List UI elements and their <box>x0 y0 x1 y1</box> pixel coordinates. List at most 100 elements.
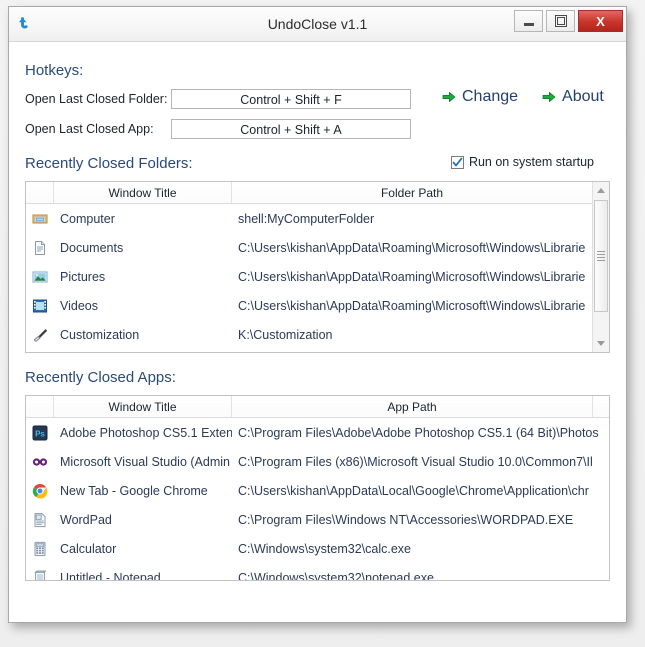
list-item-title: Customization <box>60 327 140 342</box>
close-button[interactable]: X <box>578 10 623 32</box>
undo-arrow-icon <box>17 14 37 34</box>
paintbrush-icon <box>26 327 54 343</box>
list-item-title: WordPad <box>60 512 112 527</box>
folders-scrollbar[interactable] <box>592 182 609 352</box>
list-item[interactable]: WordPad C:\Program Files\Windows NT\Acces… <box>26 505 609 534</box>
list-item[interactable]: Videos C:\Users\kishan\AppData\Roaming\Mi… <box>26 291 609 320</box>
hotkey-folder-field[interactable]: Control + Shift + F <box>171 89 411 109</box>
list-item-title: Computer <box>60 211 115 226</box>
minimize-button[interactable] <box>514 10 543 32</box>
window-controls: X <box>511 10 623 32</box>
folders-heading-row: Recently Closed Folders: Run on system s… <box>25 155 610 175</box>
list-item-title: Microsoft Visual Studio (Admin <box>60 454 230 469</box>
wordpad-icon <box>26 512 54 528</box>
list-item-path: shell:MyComputerFolder <box>238 211 375 226</box>
list-item-title: Videos <box>60 298 98 313</box>
list-item-path: C:\Program Files\Windows NT\Accessories\… <box>238 512 574 527</box>
undoclose-window: UndoClose v1.1 X Hotkeys: Open Last Clos <box>8 6 627 623</box>
chrome-icon <box>26 483 54 499</box>
photoshop-icon: Ps <box>26 425 54 441</box>
hotkey-app-label: Open Last Closed App: <box>25 122 154 136</box>
folders-list-header: Window Title Folder Path <box>26 182 609 204</box>
checkbox-box[interactable] <box>450 155 464 169</box>
run-on-startup-label: Run on system startup <box>468 155 594 169</box>
about-label: About <box>562 88 604 105</box>
list-item[interactable]: Microsoft Visual Studio (Admin C:\Program… <box>26 447 609 476</box>
folders-col-title[interactable]: Window Title <box>54 182 232 203</box>
computer-icon <box>26 211 54 227</box>
list-item[interactable]: Pictures C:\Users\kishan\AppData\Roaming\… <box>26 262 609 291</box>
list-item[interactable]: Documents C:\Users\kishan\AppData\Roaming… <box>26 233 609 262</box>
list-item[interactable]: Calculator C:\Windows\system32\calc.exe <box>26 534 609 563</box>
list-item-path: C:\Program Files\Adobe\Adobe Photoshop C… <box>238 425 599 440</box>
green-arrow-icon <box>542 90 556 104</box>
videos-icon <box>26 298 54 314</box>
hotkey-app-field[interactable]: Control + Shift + A <box>171 119 411 139</box>
recently-closed-apps-list[interactable]: Window Title App Path Ps Adobe Photoshop … <box>25 395 610 581</box>
visualstudio-icon <box>26 454 54 470</box>
folders-col-icon[interactable] <box>26 182 54 203</box>
green-arrow-icon <box>442 90 456 104</box>
about-button[interactable]: About <box>542 88 604 106</box>
close-icon: X <box>596 13 605 29</box>
change-label: Change <box>462 88 519 105</box>
apps-rows: Ps Adobe Photoshop CS5.1 Extens C:\Program… <box>26 418 609 580</box>
list-item[interactable]: New Tab - Google Chrome C:\Users\kishan\A… <box>26 476 609 505</box>
desktop-background: UndoClose v1.1 X Hotkeys: Open Last Clos <box>0 0 645 647</box>
list-item[interactable]: GamesK:\Games <box>26 349 609 352</box>
list-item-path: C:\Program Files (x86)\Microsoft Visual … <box>238 454 593 469</box>
action-links: Change About <box>442 88 604 106</box>
triangle-up-icon <box>597 188 605 193</box>
title-bar: UndoClose v1.1 X <box>9 7 626 42</box>
list-item[interactable]: Untitled - Notepad C:\Windows\system32\no… <box>26 563 609 580</box>
recently-closed-folders-list[interactable]: Window Title Folder Path Computer shell:M… <box>25 181 610 353</box>
list-item-title: New Tab - Google Chrome <box>60 483 208 498</box>
minimize-icon <box>523 22 534 26</box>
list-item[interactable]: Computer shell:MyComputerFolder <box>26 204 609 233</box>
apps-col-title[interactable]: Window Title <box>54 396 232 417</box>
grip-icon <box>597 249 605 263</box>
apps-heading: Recently Closed Apps: <box>25 369 176 386</box>
hotkey-folder-label: Open Last Closed Folder: <box>25 92 168 106</box>
client-area: Hotkeys: Open Last Closed Folder: Contro… <box>9 42 626 622</box>
list-item-title: Calculator <box>60 541 117 556</box>
maximize-button[interactable] <box>546 10 575 32</box>
list-item-path: C:\Users\kishan\AppData\Roaming\Microsof… <box>238 269 586 284</box>
triangle-down-icon <box>597 341 605 346</box>
notepad-icon <box>26 570 54 580</box>
list-item-title: Adobe Photoshop CS5.1 Extens <box>60 425 232 440</box>
list-item-path: K:\Customization <box>238 327 333 342</box>
svg-text:Ps: Ps <box>35 429 45 438</box>
scrollbar-thumb[interactable] <box>594 200 608 312</box>
apps-heading-row: Recently Closed Apps: <box>25 369 610 389</box>
scroll-up-button[interactable] <box>593 182 609 199</box>
apps-col-tail[interactable] <box>593 396 609 417</box>
scroll-down-button[interactable] <box>593 335 609 352</box>
change-button[interactable]: Change <box>442 88 518 106</box>
apps-col-icon[interactable] <box>26 396 54 417</box>
list-item-path: C:\Windows\system32\notepad.exe <box>238 570 434 581</box>
folders-col-path[interactable]: Folder Path <box>232 182 593 203</box>
apps-list-header: Window Title App Path <box>26 396 609 418</box>
hotkey-row-app: Open Last Closed App: Control + Shift + … <box>25 119 610 139</box>
list-item-path: C:\Users\kishan\AppData\Roaming\Microsof… <box>238 298 586 313</box>
list-item-title: Pictures <box>60 269 106 284</box>
apps-col-path[interactable]: App Path <box>232 396 593 417</box>
list-item-title: Documents <box>60 240 124 255</box>
folders-rows: Computer shell:MyComputerFolder Documents C… <box>26 204 609 352</box>
list-item[interactable]: Customization K:\Customization <box>26 320 609 349</box>
check-icon <box>452 157 463 166</box>
run-on-startup-checkbox[interactable]: Run on system startup <box>450 155 594 169</box>
folders-heading: Recently Closed Folders: <box>25 155 193 172</box>
hotkeys-section: Hotkeys: Open Last Closed Folder: Contro… <box>25 62 610 139</box>
pictures-icon <box>26 269 54 285</box>
list-item[interactable]: Ps Adobe Photoshop CS5.1 Extens C:\Program… <box>26 418 609 447</box>
list-item-path: C:\Users\kishan\AppData\Roaming\Microsof… <box>238 240 586 255</box>
document-icon <box>26 240 54 256</box>
list-item-path: C:\Users\kishan\AppData\Local\Google\Chr… <box>238 483 589 498</box>
maximize-icon <box>554 15 567 27</box>
calculator-icon <box>26 541 54 557</box>
list-item-path: C:\Windows\system32\calc.exe <box>238 541 411 556</box>
hotkeys-heading: Hotkeys: <box>25 62 84 79</box>
list-item-title: Untitled - Notepad <box>60 570 161 581</box>
